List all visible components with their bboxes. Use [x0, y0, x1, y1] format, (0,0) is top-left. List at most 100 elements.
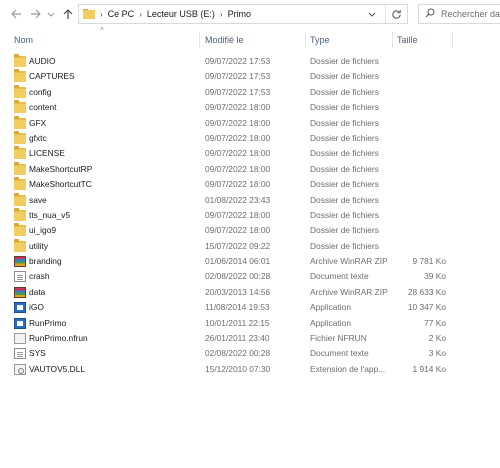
breadcrumb-separator-icon: ›: [219, 9, 223, 19]
file-row[interactable]: AUDIO 09/07/2022 17:53 Dossier de fichiers: [0, 54, 500, 69]
column-header-size[interactable]: Taille: [393, 30, 451, 50]
file-date: 11/08/2014 19:53: [205, 302, 270, 313]
file-row[interactable]: LICENSE 09/07/2022 18:00 Dossier de fichie…: [0, 146, 500, 161]
file-row[interactable]: RunPrimo.nfrun 26/01/2011 23:40 Fichier NF…: [0, 331, 500, 346]
navigation-bar: › Ce PC › Lecteur USB (E:) › Primo Reche…: [0, 0, 500, 30]
file-date: 09/07/2022 18:00: [205, 102, 271, 113]
file-type: Dossier de fichiers: [310, 148, 379, 159]
address-dropdown-chevron-icon[interactable]: [365, 5, 379, 23]
forward-arrow-icon[interactable]: [28, 6, 44, 22]
file-date: 02/08/2022 00:28: [205, 348, 271, 359]
breadcrumb-primo[interactable]: Primo: [228, 9, 252, 19]
recent-locations-chevron-icon[interactable]: [46, 6, 56, 22]
file-row[interactable]: content 09/07/2022 18:00 Dossier de fichie…: [0, 100, 500, 115]
folder-icon: [14, 192, 26, 206]
blank-file-icon: [14, 333, 26, 345]
file-size: [396, 85, 446, 100]
file-date: 02/08/2022 00:28: [205, 271, 271, 282]
file-date: 09/07/2022 18:00: [205, 163, 271, 174]
folder-icon: [14, 238, 26, 252]
file-type: Dossier de fichiers: [310, 117, 379, 128]
file-size: [396, 208, 446, 223]
up-arrow-icon[interactable]: [60, 6, 76, 22]
file-row[interactable]: data 20/03/2013 14:56 Archive WinRAR ZIP 28…: [0, 285, 500, 300]
folder-icon: [14, 100, 26, 114]
file-row[interactable]: crash 02/08/2022 00:28 Document texte 39 Ko: [0, 269, 500, 284]
search-placeholder: Rechercher dans : Primo: [441, 9, 500, 19]
file-row[interactable]: tts_nua_v5 09/07/2022 18:00 Dossier de fic…: [0, 207, 500, 223]
file-name: CAPTURES: [29, 71, 75, 82]
column-header-date[interactable]: Modifié le: [201, 30, 303, 50]
file-name: RunPrimo: [29, 317, 67, 328]
file-size: 1 914 Ko: [412, 363, 446, 374]
address-bar[interactable]: › Ce PC › Lecteur USB (E:) › Primo: [78, 4, 408, 24]
column-header-row: ^ Nom Modifié le Type Taille: [0, 26, 500, 50]
folder-icon: [14, 69, 26, 83]
application-icon: [14, 317, 26, 329]
file-type: Dossier de fichiers: [310, 194, 379, 205]
file-name: LICENSE: [29, 148, 65, 159]
file-type: Document texte: [310, 348, 369, 359]
file-row[interactable]: ui_igo9 09/07/2022 18:00 Dossier de fichie…: [0, 223, 500, 238]
file-name: SYS: [29, 348, 46, 359]
file-row[interactable]: iGO 11/08/2014 19:53 Application 10 347 Ko: [0, 300, 500, 315]
breadcrumb-this-pc[interactable]: Ce PC: [108, 9, 135, 19]
folder-icon: [14, 54, 26, 67]
file-size: 2 Ko: [428, 333, 446, 344]
file-type: Application: [310, 302, 351, 313]
back-arrow-icon[interactable]: [8, 6, 24, 22]
dll-file-icon: [14, 363, 26, 375]
file-size: [396, 69, 446, 84]
column-header-name[interactable]: Nom: [10, 30, 198, 50]
search-icon: [425, 8, 435, 20]
file-name: branding: [29, 256, 62, 267]
column-header-type[interactable]: Type: [306, 30, 390, 50]
file-row[interactable]: branding 01/06/2014 06:01 Archive WinRAR Z…: [0, 254, 500, 269]
folder-icon: [14, 115, 26, 129]
file-row[interactable]: MakeShortcutTC 09/07/2022 18:00 Dossier de…: [0, 177, 500, 192]
refresh-icon[interactable]: [385, 5, 407, 23]
file-size: [396, 193, 446, 208]
file-size: [396, 177, 446, 192]
file-type: Dossier de fichiers: [310, 163, 379, 174]
folder-icon: [83, 8, 95, 21]
file-type: Document texte: [310, 271, 369, 282]
file-row[interactable]: MakeShortcutRP 09/07/2022 18:00 Dossier de…: [0, 161, 500, 177]
file-date: 09/07/2022 18:00: [205, 132, 271, 143]
file-date: 26/01/2011 23:40: [205, 333, 270, 344]
file-name: RunPrimo.nfrun: [29, 333, 88, 344]
file-size: [396, 100, 446, 115]
file-size: [396, 116, 446, 131]
file-type: Dossier de fichiers: [310, 132, 379, 143]
file-row[interactable]: GFX 09/07/2022 18:00 Dossier de fichiers: [0, 115, 500, 131]
file-date: 15/07/2022 09:22: [205, 240, 271, 251]
file-size: 39 Ko: [424, 271, 446, 282]
file-row[interactable]: VAUTOV5.DLL 15/12/2010 07:30 Extension de …: [0, 362, 500, 377]
file-date: 09/07/2022 18:00: [205, 179, 271, 190]
file-row[interactable]: config 09/07/2022 17:53 Dossier de fichier…: [0, 84, 500, 100]
file-type: Archive WinRAR ZIP: [310, 256, 388, 267]
search-box[interactable]: Rechercher dans : Primo: [418, 4, 500, 24]
file-row[interactable]: SYS 02/08/2022 00:28 Document texte 3 Ko: [0, 346, 500, 361]
file-name: data: [29, 286, 46, 297]
file-size: [396, 162, 446, 177]
file-row[interactable]: utility 15/07/2022 09:22 Dossier de fichie…: [0, 238, 500, 254]
folder-icon: [14, 207, 26, 221]
file-name: utility: [29, 240, 49, 251]
column-divider[interactable]: [452, 32, 453, 48]
file-row[interactable]: save 01/08/2022 23:43 Dossier de fichiers: [0, 192, 500, 208]
folder-icon: [14, 223, 26, 237]
file-type: Fichier NFRUN: [310, 333, 367, 344]
column-divider[interactable]: [199, 32, 200, 48]
breadcrumb-usb-drive[interactable]: Lecteur USB (E:): [147, 9, 215, 19]
file-size: 3 Ko: [428, 348, 446, 359]
file-row[interactable]: CAPTURES 09/07/2022 17:53 Dossier de fichi…: [0, 69, 500, 84]
text-file-icon: [14, 348, 26, 360]
file-size: [396, 223, 446, 238]
file-type: Dossier de fichiers: [310, 209, 379, 220]
file-name: gfxtc: [29, 132, 47, 143]
folder-icon: [14, 130, 26, 144]
file-row[interactable]: RunPrimo 10/01/2011 22:15 Application 77 Ko: [0, 316, 500, 331]
file-date: 09/07/2022 18:00: [205, 117, 271, 128]
file-row[interactable]: gfxtc 09/07/2022 18:00 Dossier de fichiers: [0, 130, 500, 146]
